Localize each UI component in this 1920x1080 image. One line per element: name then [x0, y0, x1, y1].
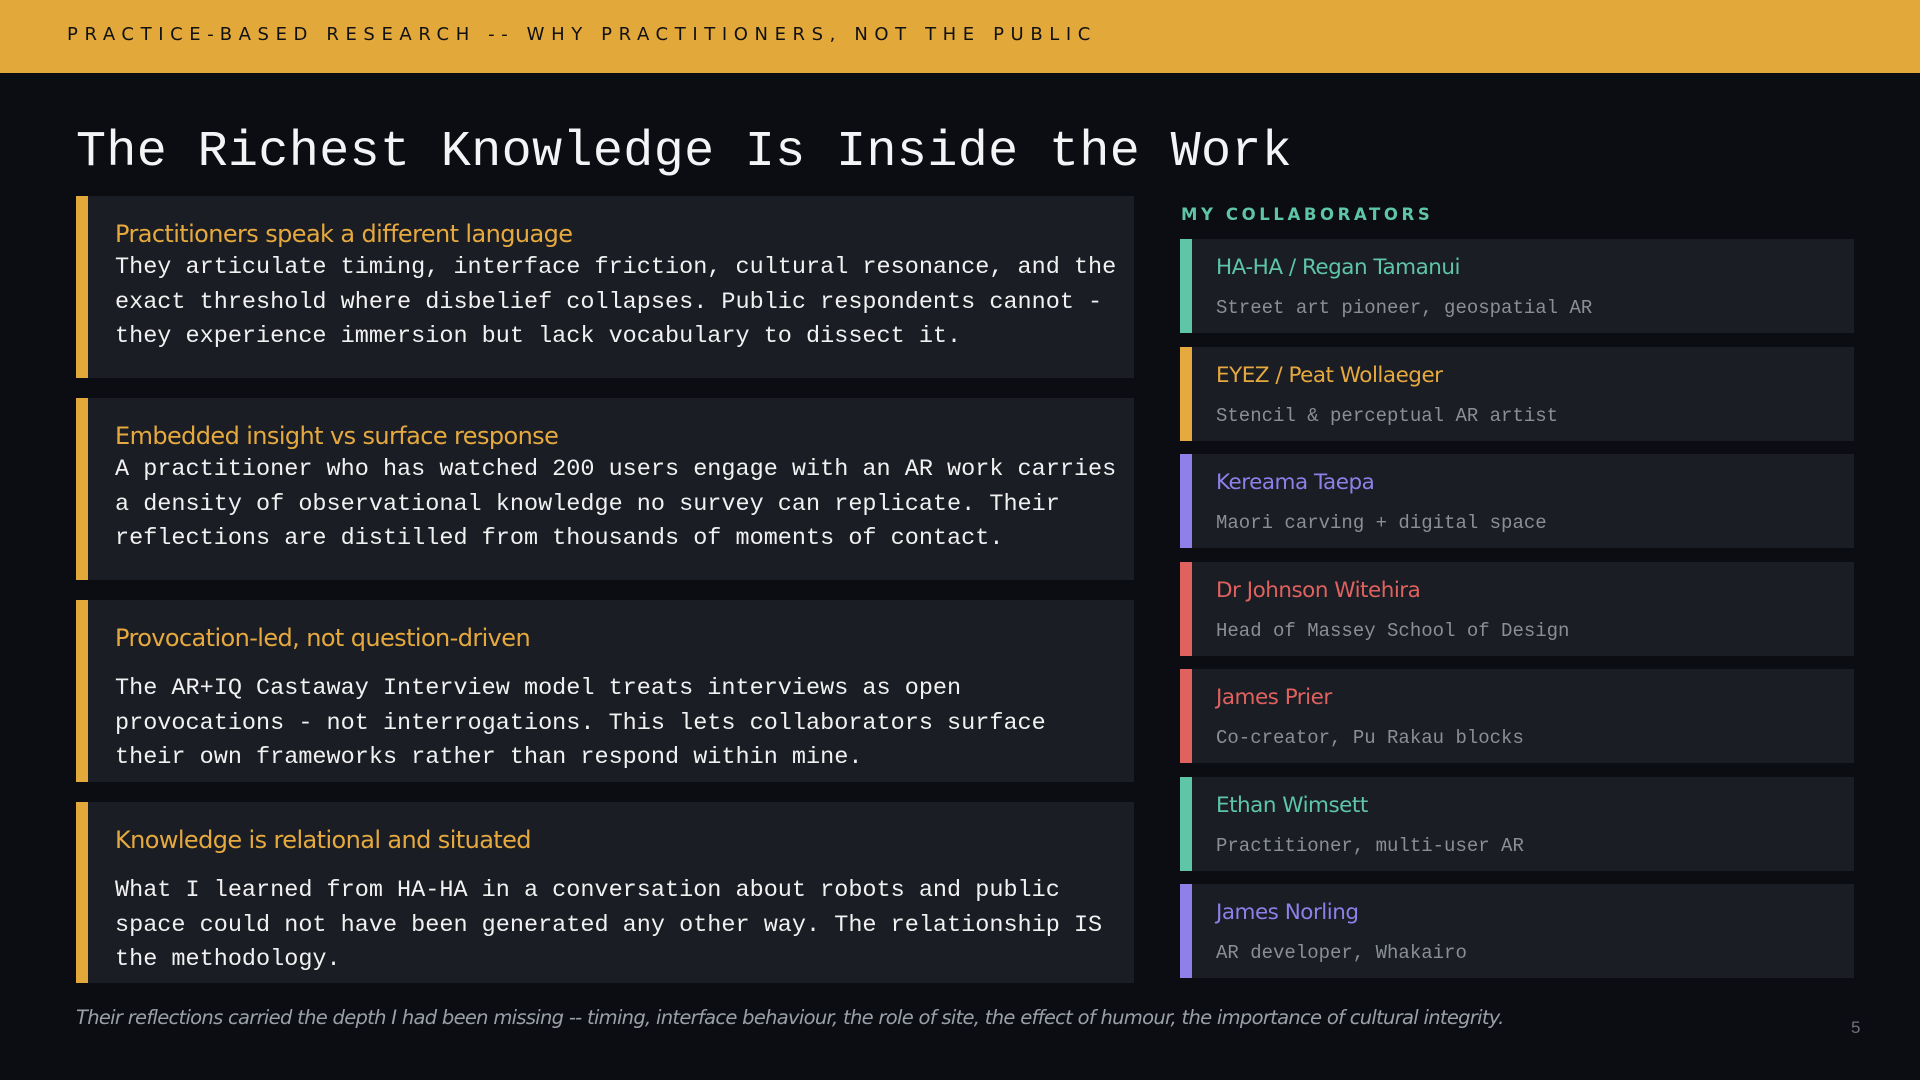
header-bar: PRACTICE-BASED RESEARCH -- WHY PRACTITIO… [0, 0, 1920, 73]
insight-card-heading: Embedded insight vs surface response [115, 422, 559, 450]
collaborator-role: Head of Massey School of Design [1216, 620, 1570, 642]
page-number: 5 [1851, 1018, 1861, 1037]
insight-card-heading: Provocation-led, not question-driven [115, 624, 531, 652]
insight-card-2: Embedded insight vs surface response A p… [76, 398, 1134, 580]
insight-card-heading: Practitioners speak a different language [115, 220, 573, 248]
collaborator-name: James Prier [1216, 685, 1332, 710]
collaborator-role: Maori carving + digital space [1216, 512, 1547, 534]
collaborator-role: Stencil & perceptual AR artist [1216, 405, 1559, 427]
collaborators-heading: MY COLLABORATORS [1181, 205, 1434, 224]
collaborator-role: Practitioner, multi-user AR [1216, 835, 1524, 857]
collaborator-card: Kereama Taepa Maori carving + digital sp… [1180, 454, 1854, 548]
insight-card-1: Practitioners speak a different language… [76, 196, 1134, 378]
insight-card-body: What I learned from HA-HA in a conversat… [115, 877, 1103, 973]
collaborator-card: James Norling AR developer, Whakairo [1180, 884, 1854, 978]
collaborator-card: HA-HA / Regan Tamanui Street art pioneer… [1180, 239, 1854, 333]
collaborator-role: AR developer, Whakairo [1216, 942, 1467, 964]
collaborator-card: James Prier Co-creator, Pu Rakau blocks [1180, 669, 1854, 763]
collaborator-name: James Norling [1216, 900, 1359, 925]
collaborator-card: Ethan Wimsett Practitioner, multi-user A… [1180, 777, 1854, 871]
collaborator-card: Dr Johnson Witehira Head of Massey Schoo… [1180, 562, 1854, 656]
insight-card-4: Knowledge is relational and situated Wha… [76, 802, 1134, 983]
insight-card-heading: Knowledge is relational and situated [115, 826, 532, 854]
closing-quote: Their reflections carried the depth I ha… [76, 1006, 1504, 1029]
collaborator-name: Dr Johnson Witehira [1216, 578, 1421, 603]
collaborator-card: EYEZ / Peat Wollaeger Stencil & perceptu… [1180, 347, 1854, 441]
section-kicker: PRACTICE-BASED RESEARCH -- WHY PRACTITIO… [67, 24, 1097, 45]
collaborator-name: HA-HA / Regan Tamanui [1216, 255, 1461, 280]
collaborator-name: Ethan Wimsett [1216, 793, 1368, 818]
collaborator-role: Street art pioneer, geospatial AR [1216, 297, 1593, 319]
collaborator-role: Co-creator, Pu Rakau blocks [1216, 727, 1524, 749]
insight-card-body: A practitioner who has watched 200 users… [115, 456, 1117, 552]
insight-card-3: Provocation-led, not question-driven The… [76, 600, 1134, 782]
insight-card-body: The AR+IQ Castaway Interview model treat… [115, 675, 1046, 771]
collaborator-name: EYEZ / Peat Wollaeger [1216, 363, 1443, 388]
collaborator-name: Kereama Taepa [1216, 470, 1375, 495]
insight-card-body: They articulate timing, interface fricti… [115, 254, 1117, 350]
slide-title: The Richest Knowledge Is Inside the Work [76, 124, 1293, 181]
